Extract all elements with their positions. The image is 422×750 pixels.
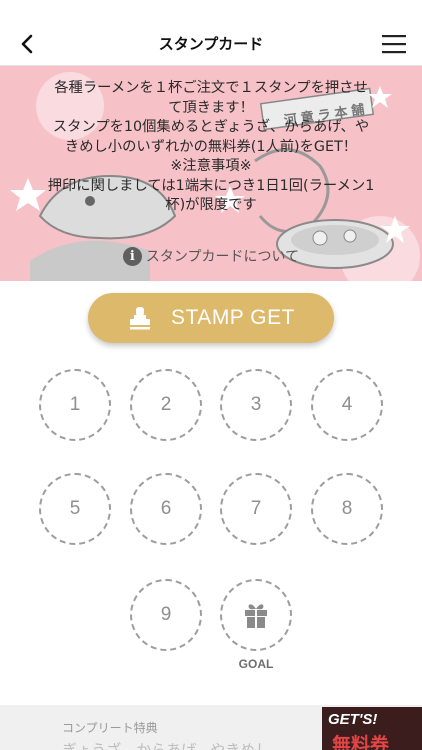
status-bar [0, 0, 422, 22]
slot-number: 1 [69, 394, 81, 415]
stamp-slot-7: 7 [220, 473, 292, 545]
info-banner: 河童ラ本舗 各種ラーメンを１杯ご注文で１スタンプを押させ て頂きます！ スタンプ… [0, 66, 422, 281]
goal-slot [220, 579, 292, 651]
slot-number: 3 [250, 394, 262, 415]
banner-text: 各種ラーメンを１杯ご注文で１スタンプを押させ て頂きます！ スタンプを10個集め… [8, 79, 414, 216]
banner-line: 杯)が限度です [165, 197, 257, 213]
stamp-get-button[interactable]: STAMP GET [88, 293, 334, 343]
ticket-bottom-text: 無料券 [332, 734, 390, 750]
slot-number: 8 [341, 498, 353, 519]
stamp-icon [130, 307, 151, 330]
slot-number: 9 [160, 604, 172, 625]
ticket-top-text: GET'S! [328, 711, 378, 728]
stamp-slot-8: 8 [311, 473, 383, 545]
complete-title: コンプリート特典 [62, 721, 158, 735]
slot-number: 5 [69, 498, 81, 519]
stamp-slot-5: 5 [39, 473, 111, 545]
complete-description: ぎょうざ、からあげ、やきめし [62, 741, 271, 750]
slot-number: 4 [341, 394, 353, 415]
banner-line: 各種ラーメンを１杯ご注文で１スタンプを押させ [54, 80, 368, 96]
nav-bar: スタンプカード [0, 22, 422, 66]
goal-label: GOAL [238, 657, 274, 671]
slot-number: 2 [160, 394, 172, 415]
stamp-slot-3: 3 [220, 369, 292, 441]
banner-line: 押印に関しましては1端末につき1日1回(ラーメン1 [47, 177, 375, 194]
slot-number: 7 [250, 498, 262, 519]
stamp-slot-4: 4 [311, 369, 383, 441]
banner-line: て頂きます！ [168, 99, 254, 116]
slot-number: 6 [160, 498, 172, 519]
stamp-slot-2: 2 [130, 369, 202, 441]
stamp-slot-1: 1 [39, 369, 111, 441]
free-ticket-image: GET'S! 無料券 [322, 707, 422, 750]
banner-line: きめし小のいずれかの無料券(1人前)をGET！ [64, 138, 358, 155]
stamp-slot-9: 9 [130, 579, 202, 651]
about-stamp-card-link[interactable]: i スタンプカードについて [0, 246, 422, 266]
page-title: スタンプカード [158, 35, 264, 53]
gift-icon [245, 604, 267, 628]
banner-line: スタンプを10個集めるとぎょうざ、からあげ、や [52, 119, 370, 135]
stamp-slot-6: 6 [130, 473, 202, 545]
complete-reward-panel: コンプリート特典 ぎょうざ、からあげ、やきめし GET'S! 無料券 [0, 705, 422, 750]
about-stamp-card-label: スタンプカードについて [145, 249, 300, 265]
menu-button[interactable] [378, 30, 410, 58]
stamp-get-label: STAMP GET [171, 306, 295, 329]
hamburger-menu-icon [382, 35, 406, 54]
info-icon: i [122, 246, 142, 266]
banner-line: ※注意事項※ [170, 158, 252, 174]
